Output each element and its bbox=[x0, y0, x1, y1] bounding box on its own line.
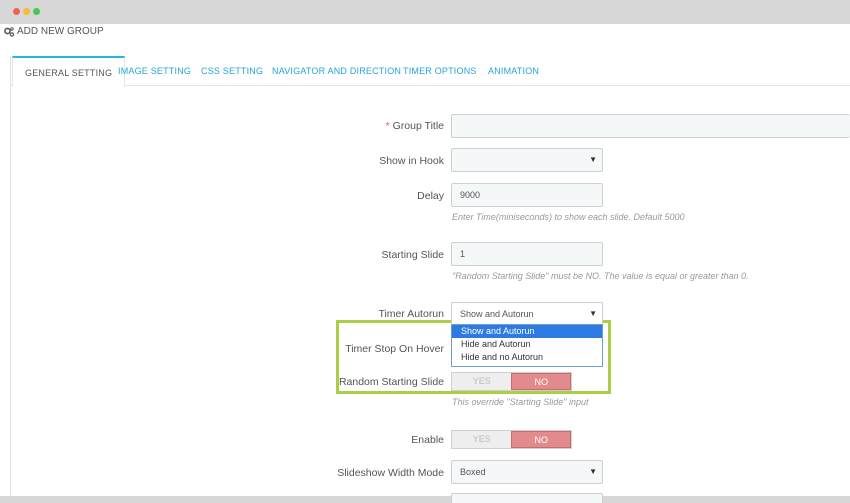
starting-slide-input[interactable]: 1 bbox=[451, 242, 603, 266]
dropdown-option[interactable]: Hide and no Autorun bbox=[452, 351, 602, 364]
cogs-icon bbox=[4, 27, 15, 37]
maximize-window-dot[interactable] bbox=[33, 8, 40, 15]
chevron-down-icon: ▼ bbox=[589, 309, 597, 318]
tab-animation[interactable]: ANIMATION bbox=[488, 56, 539, 86]
panel-title: ADD NEW GROUP bbox=[17, 26, 104, 37]
timer-autorun-value: Show and Autorun bbox=[460, 309, 534, 319]
group-title-input[interactable] bbox=[451, 114, 850, 138]
timer-stop-on-hover-label: Timer Stop On Hover bbox=[345, 343, 444, 355]
chevron-down-icon: ▼ bbox=[589, 467, 597, 476]
enable-label: Enable bbox=[411, 434, 444, 446]
group-title-label: * Group Title bbox=[385, 120, 444, 132]
tab-navigator-and-direction[interactable]: NAVIGATOR AND DIRECTION bbox=[272, 56, 401, 86]
timer-autorun-select[interactable]: Show and Autorun ▼ bbox=[451, 302, 603, 326]
required-mark: * bbox=[385, 120, 390, 132]
delay-label: Delay bbox=[417, 190, 444, 202]
title-bar bbox=[0, 0, 850, 24]
show-in-hook-select[interactable]: ▼ bbox=[451, 148, 603, 172]
random-starting-slide-help: This override "Starting Slide" input bbox=[452, 397, 589, 407]
minimize-window-dot[interactable] bbox=[23, 8, 30, 15]
dropdown-option[interactable]: Show and Autorun bbox=[452, 325, 602, 338]
timer-autorun-label: Timer Autorun bbox=[378, 308, 444, 320]
starting-slide-label: Starting Slide bbox=[381, 249, 444, 261]
timer-autorun-dropdown[interactable]: Show and Autorun Hide and Autorun Hide a… bbox=[451, 324, 603, 367]
delay-input[interactable]: 9000 bbox=[451, 183, 603, 207]
delay-help: Enter Time(miniseconds) to show each sli… bbox=[452, 212, 685, 222]
tab-image-setting[interactable]: IMAGE SETTING bbox=[118, 56, 191, 86]
dropdown-option[interactable]: Hide and Autorun bbox=[452, 338, 602, 351]
switch-yes-option[interactable]: YES bbox=[452, 431, 511, 448]
show-in-hook-label: Show in Hook bbox=[379, 155, 444, 167]
starting-slide-help: "Random Starting Slide" must be NO. The … bbox=[452, 271, 749, 281]
slideshow-width-mode-value: Boxed bbox=[460, 467, 486, 477]
slideshow-width-mode-label: Slideshow Width Mode bbox=[337, 467, 444, 479]
switch-no-option[interactable]: NO bbox=[511, 431, 571, 448]
close-window-dot[interactable] bbox=[13, 8, 20, 15]
panel-header: ADD NEW GROUP bbox=[3, 24, 104, 40]
panel: ADD NEW GROUP GENERAL SETTING IMAGE SETT… bbox=[0, 24, 850, 503]
app-window: ADD NEW GROUP GENERAL SETTING IMAGE SETT… bbox=[0, 0, 850, 503]
tab-bar: GENERAL SETTING IMAGE SETTING CSS SETTIN… bbox=[11, 56, 850, 87]
tab-general-setting[interactable]: GENERAL SETTING bbox=[12, 56, 126, 87]
slideshow-width-mode-select[interactable]: Boxed ▼ bbox=[451, 460, 603, 484]
chevron-down-icon: ▼ bbox=[589, 155, 597, 164]
tab-css-setting[interactable]: CSS SETTING bbox=[201, 56, 263, 86]
tab-timer-options[interactable]: TIMER OPTIONS bbox=[403, 56, 477, 86]
next-field-partial bbox=[451, 493, 603, 503]
enable-switch[interactable]: YES NO bbox=[451, 430, 572, 449]
